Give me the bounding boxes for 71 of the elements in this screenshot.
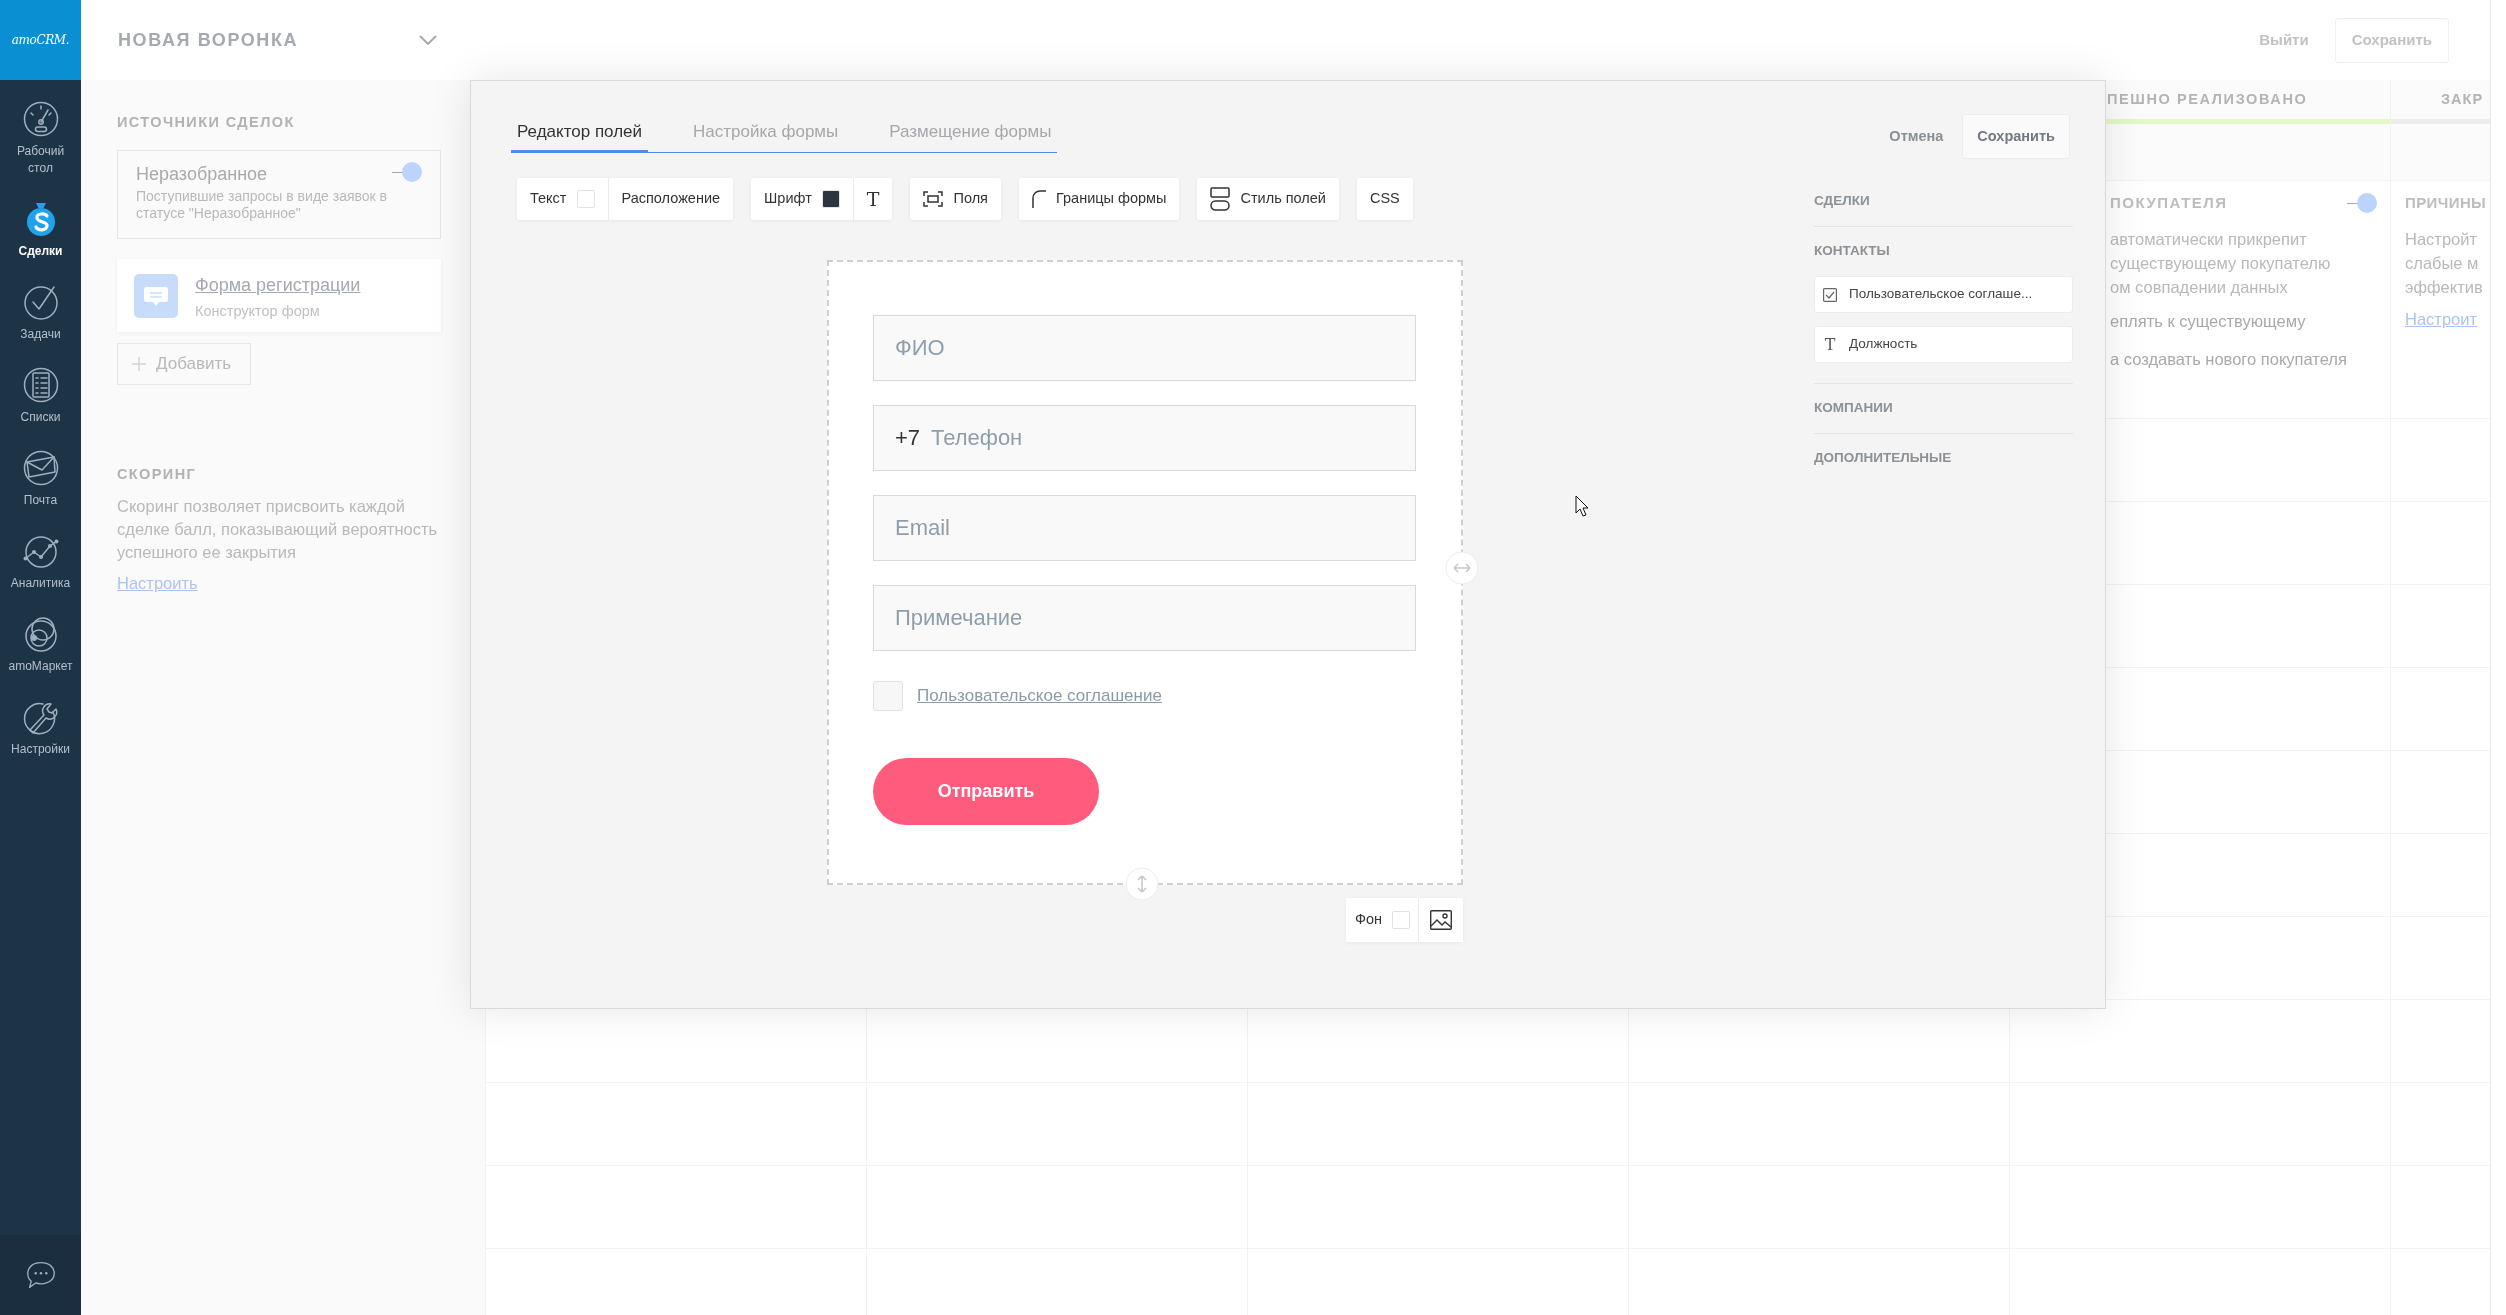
rounded-corner-icon xyxy=(1031,190,1046,208)
section-heading: ИСТОЧНИКИ СДЕЛОК xyxy=(117,113,296,131)
toolbar-button[interactable]: Стиль полей xyxy=(1197,178,1339,220)
background-button[interactable]: Фон xyxy=(1345,898,1418,942)
image-button[interactable] xyxy=(1418,898,1463,942)
description-text: автоматически прикрепит xyxy=(2110,229,2308,250)
circles-icon xyxy=(22,616,59,652)
source-subtitle: Конструктор форм xyxy=(195,302,321,320)
tab[interactable]: Редактор полей xyxy=(511,121,649,153)
source-description: Поступившие запросы в виде заявок в статусе "Неразобранное" xyxy=(136,188,389,222)
vertical-arrows-icon[interactable] xyxy=(1125,867,1159,901)
speech-bubble-icon xyxy=(134,274,178,318)
plus-icon xyxy=(132,357,146,371)
toolbar-button[interactable]: Текст xyxy=(517,178,608,220)
column-title: ПЕШНО РЕАЛИЗОВАНО xyxy=(2106,90,2309,108)
toolbar-button[interactable]: T xyxy=(852,178,893,220)
logo: amoCRM. xyxy=(0,0,81,80)
option-text: а создавать нового покупателя xyxy=(2110,349,2348,370)
field-item[interactable]: T Должность xyxy=(1814,326,2073,363)
input-field[interactable]: Email xyxy=(873,495,1416,561)
sidebar-item[interactable]: Списки xyxy=(0,355,81,438)
description-text: эффектив xyxy=(2405,277,2484,298)
horizontal-arrows-icon[interactable] xyxy=(1445,551,1479,585)
description-text: существующему покупателю xyxy=(2110,253,2332,274)
sidebar-item[interactable]: Настройки xyxy=(0,687,81,770)
section-heading: СКОРИНГ xyxy=(117,465,198,483)
sidebar-item[interactable]: Почта xyxy=(0,438,81,521)
description-text: Настройт xyxy=(2405,229,2479,250)
toolbar-button[interactable]: Шрифт xyxy=(751,178,853,220)
checkbox[interactable] xyxy=(873,681,903,711)
sidebar-item[interactable]: amoМаркет xyxy=(0,604,81,687)
description-text: слабые м xyxy=(2405,253,2480,274)
column-title: ЗАКР xyxy=(2440,90,2485,108)
toolbar-button[interactable]: CSS xyxy=(1356,178,1413,220)
input-field[interactable]: Примечание xyxy=(873,585,1416,651)
section-heading: КОНТАКТЫ xyxy=(1814,242,1891,260)
country-code: +7 xyxy=(895,425,921,451)
section-heading: ПРИЧИНЫ xyxy=(2405,194,2487,212)
toolbar-button[interactable]: Границы формы xyxy=(1018,178,1180,220)
section-heading: ПОКУПАТЕЛЯ xyxy=(2110,194,2228,212)
toggle-switch[interactable] xyxy=(392,162,422,182)
chat-bubble-icon[interactable] xyxy=(24,1260,57,1290)
pipeline-title: НОВАЯ ВОРОНКА xyxy=(118,28,299,52)
source-title: Неразобранное xyxy=(136,163,269,185)
gauge-icon xyxy=(22,101,59,137)
check-circle-icon xyxy=(22,284,59,320)
sidebar-item[interactable]: Аналитика xyxy=(0,521,81,604)
text-type-icon: T xyxy=(1823,336,1837,353)
scoring-description: Скоринг позволяет присвоить каждой сделке балл, показывающий вероятность успешного ее закрытия xyxy=(117,496,439,563)
save-button[interactable]: Сохранить xyxy=(1962,114,2070,159)
chevron-down-icon[interactable] xyxy=(419,34,437,46)
field-item[interactable]: Пользовательское соглаше... xyxy=(1814,276,2073,313)
mouse-pointer-icon xyxy=(1575,495,1589,517)
option-text: еплять к существующему xyxy=(2110,311,2307,332)
sidebar-item[interactable]: Рабочий стол xyxy=(0,89,81,189)
frame-icon xyxy=(923,191,944,207)
toggle-switch[interactable] xyxy=(2347,193,2377,213)
sidebar-item[interactable]: Задачи xyxy=(0,272,81,355)
image-icon xyxy=(1430,910,1452,930)
toolbar-button[interactable]: Расположение xyxy=(607,178,734,220)
description-text: ом совпадении данных xyxy=(2110,277,2289,298)
stacked-fields-icon xyxy=(1210,187,1231,211)
toolbar-button[interactable]: Поля xyxy=(910,178,1001,220)
list-icon xyxy=(22,367,59,403)
section-heading: КОМПАНИИ xyxy=(1814,399,1894,417)
checkbox-icon xyxy=(1823,287,1837,302)
section-heading: ДОПОЛНИТЕЛЬНЫЕ xyxy=(1814,449,1953,467)
section-heading: СДЕЛКИ xyxy=(1814,192,1871,210)
input-field[interactable]: ФИО xyxy=(873,315,1416,381)
sidebar-item[interactable]: Сделки xyxy=(0,189,81,272)
envelope-icon xyxy=(22,450,59,486)
